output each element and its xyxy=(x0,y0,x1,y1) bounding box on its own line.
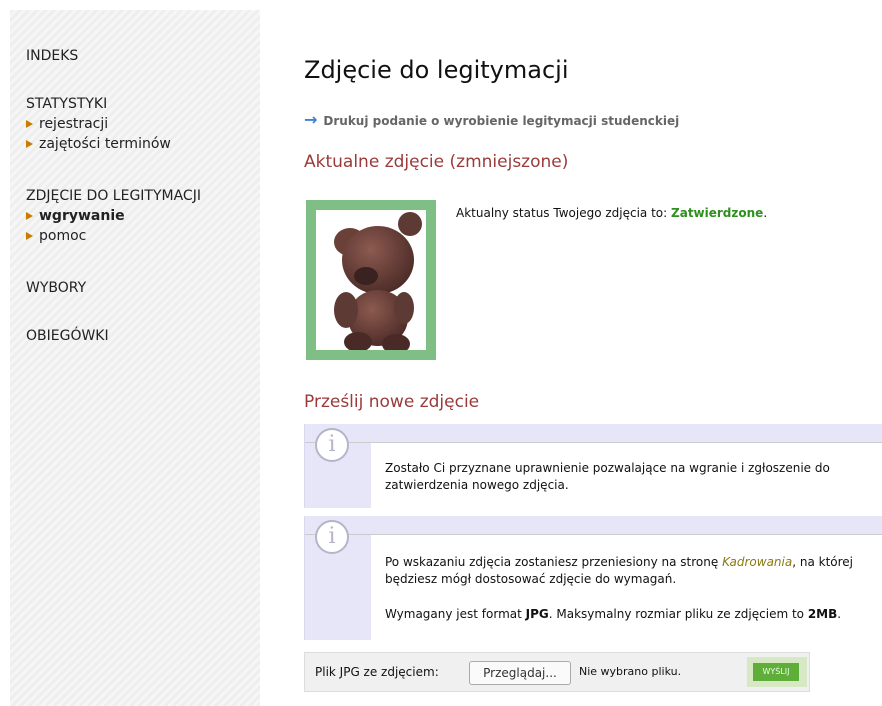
menu-item-label: zajętości terminów xyxy=(39,136,171,152)
sidebar: INDEKS STATYSTYKI rejestracji zajętości … xyxy=(10,10,260,706)
bullet-icon xyxy=(26,140,33,148)
menu-zdjecie[interactable]: ZDJĘCIE DO LEGITYMACJI xyxy=(26,188,201,204)
format-text-part: Wymagany jest format xyxy=(385,607,526,621)
main-content: Zdjęcie do legitymacji → Drukuj podanie o… xyxy=(304,0,882,706)
menu-item-wgrywanie[interactable]: wgrywanie xyxy=(26,208,125,224)
file-name: Nie wybrano pliku. xyxy=(579,665,682,678)
file-label: Plik JPG ze zdjęciem: xyxy=(315,665,439,679)
format-text-part: . Maksymalny rozmiar pliku ze zdjęciem t… xyxy=(548,607,808,621)
kadrowania-link[interactable]: Kadrowania xyxy=(722,555,792,569)
status-prefix: Aktualny status Twojego zdjęcia to: xyxy=(456,206,668,220)
bullet-icon xyxy=(26,232,33,240)
send-wrapper: WYŚLIJ xyxy=(747,657,807,687)
arrow-right-icon: → xyxy=(304,110,318,129)
menu-indeks[interactable]: INDEKS xyxy=(26,48,78,64)
browse-button[interactable]: Przeglądaj... xyxy=(469,661,571,685)
status-badge: Zatwierdzone xyxy=(671,206,764,220)
info-box-band xyxy=(305,516,882,535)
bullet-icon xyxy=(26,120,33,128)
page-title: Zdjęcie do legitymacji xyxy=(304,56,569,84)
print-link-label: Drukuj podanie o wyrobienie legitymacji … xyxy=(323,114,680,128)
format-text: Wymagany jest format JPG. Maksymalny roz… xyxy=(385,606,882,623)
menu-item-rejestracji[interactable]: rejestracji xyxy=(26,116,108,132)
status-suffix: . xyxy=(763,206,768,220)
info-box-requirements: i Po wskazaniu zdjęcia zostaniesz przeni… xyxy=(304,516,882,640)
bullet-icon xyxy=(26,212,33,220)
info-text: Zostało Ci przyznane uprawnienie pozwala… xyxy=(385,461,830,492)
upload-heading: Prześlij nowe zdjęcie xyxy=(304,392,480,412)
menu-obiegowki[interactable]: OBIEGÓWKI xyxy=(26,328,109,344)
info-text: Po wskazaniu zdjęcia zostaniesz przenies… xyxy=(385,554,875,588)
info-icon: i xyxy=(315,428,349,462)
menu-wybory[interactable]: WYBORY xyxy=(26,280,86,296)
info-box-permission: i Zostało Ci przyznane uprawnienie pozwa… xyxy=(304,424,882,508)
send-button[interactable]: WYŚLIJ xyxy=(753,663,799,681)
print-link[interactable]: → Drukuj podanie o wyrobienie legitymacji… xyxy=(304,110,679,129)
format-text-part: . xyxy=(837,607,842,621)
size-value: 2MB xyxy=(807,607,838,621)
menu-statystyki[interactable]: STATYSTYKI xyxy=(26,96,107,112)
current-photo-heading: Aktualne zdjęcie (zmniejszone) xyxy=(304,152,569,172)
teddy-bear-image xyxy=(316,210,426,350)
menu-item-label: pomoc xyxy=(39,228,87,244)
menu-item-label: wgrywanie xyxy=(39,208,125,224)
menu-item-label: rejestracji xyxy=(39,116,109,132)
current-photo xyxy=(306,200,436,360)
info-box-band xyxy=(305,424,882,443)
info-text-part: Po wskazaniu zdjęcia zostaniesz przenies… xyxy=(385,555,723,569)
menu-item-zajetosci[interactable]: zajętości terminów xyxy=(26,136,171,152)
photo-status: Aktualny status Twojego zdjęcia to: Zatw… xyxy=(456,206,767,220)
upload-form: Plik JPG ze zdjęciem: Przeglądaj... Nie … xyxy=(304,652,810,692)
menu-item-pomoc[interactable]: pomoc xyxy=(26,228,86,244)
info-icon: i xyxy=(315,520,349,554)
format-value: JPG xyxy=(525,607,549,621)
